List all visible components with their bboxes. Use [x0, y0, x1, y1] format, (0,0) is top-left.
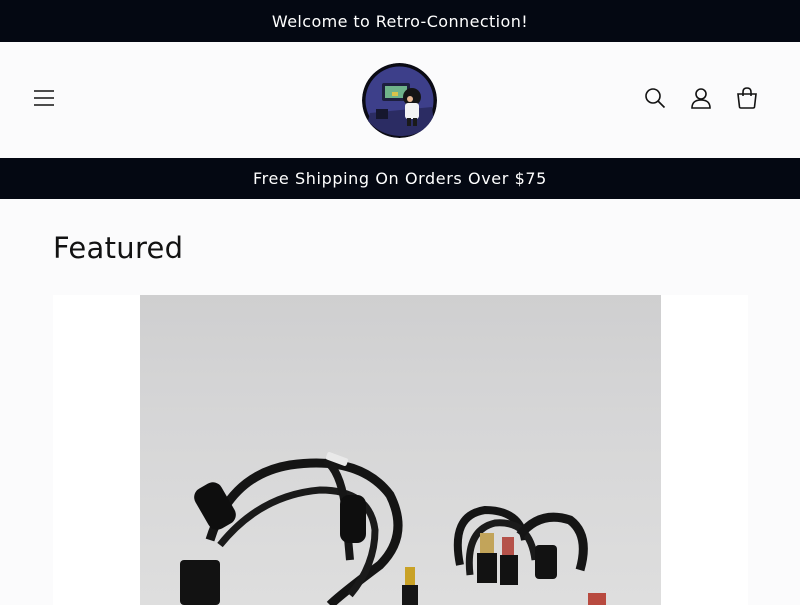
announcement-text: Welcome to Retro-Connection! [271, 11, 529, 31]
search-button[interactable] [639, 82, 671, 114]
featured-heading: Featured [53, 231, 184, 265]
promo-bar: Free Shipping On Orders Over $75 [0, 158, 800, 199]
av-cable-product-image [180, 452, 606, 605]
store-logo[interactable] [362, 63, 437, 138]
hamburger-menu-icon [34, 90, 54, 106]
promo-text: Free Shipping On Orders Over $75 [253, 169, 547, 188]
account-icon [691, 88, 711, 109]
announcement-bar: Welcome to Retro-Connection! [0, 0, 800, 42]
cart-button[interactable] [731, 82, 763, 114]
cart-icon [737, 87, 757, 109]
product-image[interactable] [140, 295, 661, 605]
featured-product-card[interactable] [53, 295, 748, 605]
account-button[interactable] [685, 82, 717, 114]
site-header [0, 42, 800, 158]
retro-gamer-logo [362, 63, 437, 138]
search-icon [645, 88, 666, 109]
menu-button[interactable] [28, 82, 60, 114]
